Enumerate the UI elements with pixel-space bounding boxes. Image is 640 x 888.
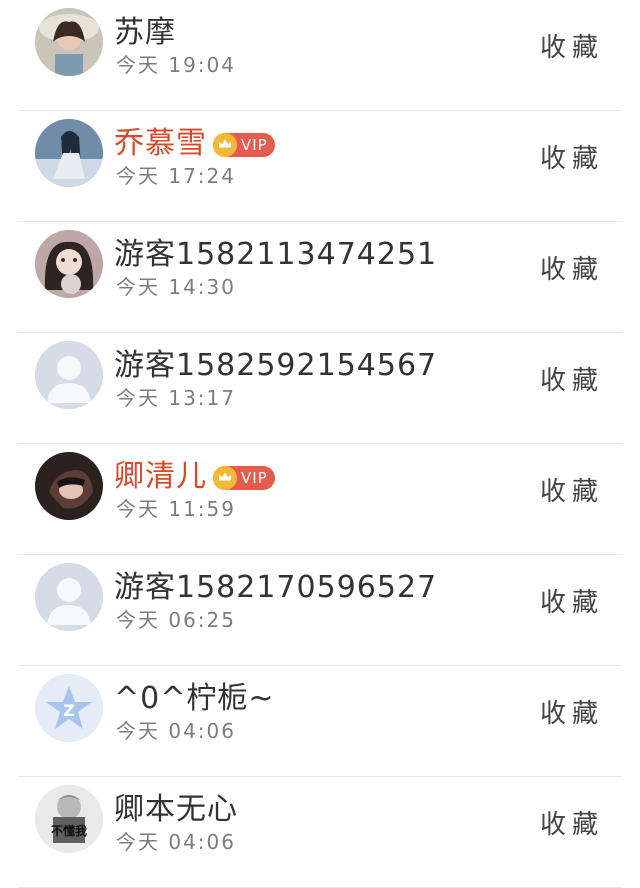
list-item[interactable]: 游客1582170596527 今天 06:25 收藏 <box>18 555 622 666</box>
favorite-button[interactable]: 收藏 <box>540 27 604 64</box>
favorite-button[interactable]: 收藏 <box>540 471 604 508</box>
avatar[interactable]: 不懂我 <box>35 785 103 853</box>
visitor-list: 苏摩 今天 19:04 收藏 乔慕雪 VIP 今天 17:24 收藏 游客158… <box>0 0 640 888</box>
visit-time: 今天 14:30 <box>116 275 236 299</box>
favorite-button[interactable]: 收藏 <box>540 360 604 397</box>
favorite-button[interactable]: 收藏 <box>540 693 604 730</box>
visit-time: 今天 06:25 <box>116 608 236 632</box>
svg-text:Z: Z <box>63 701 75 720</box>
favorite-button[interactable]: 收藏 <box>540 582 604 619</box>
user-name-text: 乔慕雪 <box>114 126 207 161</box>
list-item[interactable]: 苏摩 今天 19:04 收藏 <box>18 0 622 111</box>
user-name: 游客1582592154567 <box>114 348 438 383</box>
favorite-button[interactable]: 收藏 <box>540 804 604 841</box>
avatar[interactable] <box>35 119 103 187</box>
favorite-button[interactable]: 收藏 <box>540 138 604 175</box>
list-item[interactable]: 卿清儿 VIP 今天 11:59 收藏 <box>18 444 622 555</box>
user-name: 卿清儿 VIP <box>114 451 275 495</box>
list-item[interactable]: 不懂我 卿本无心 今天 04:06 收藏 <box>18 777 622 888</box>
vip-badge: VIP <box>213 132 275 157</box>
vip-label: VIP <box>241 468 268 487</box>
avatar[interactable] <box>35 8 103 76</box>
qq-star-avatar-icon[interactable]: Z <box>35 674 103 742</box>
visit-time: 今天 04:06 <box>116 830 236 854</box>
list-item[interactable]: 乔慕雪 VIP 今天 17:24 收藏 <box>18 111 622 222</box>
user-name: ^0^柠栀~ <box>114 681 275 716</box>
vip-badge: VIP <box>213 465 275 490</box>
visit-time: 今天 04:06 <box>116 719 236 743</box>
crown-icon <box>213 132 237 157</box>
visit-time: 今天 13:17 <box>116 386 236 410</box>
list-item[interactable]: 游客1582592154567 今天 13:17 收藏 <box>18 333 622 444</box>
user-name: 游客1582170596527 <box>114 570 438 605</box>
user-name: 苏摩 <box>114 15 176 50</box>
avatar[interactable] <box>35 452 103 520</box>
user-name: 游客1582113474251 <box>114 237 438 272</box>
default-user-avatar-icon[interactable] <box>35 563 103 631</box>
visit-time: 今天 19:04 <box>116 53 236 77</box>
avatar-text: 不懂我 <box>51 823 87 838</box>
avatar[interactable] <box>35 230 103 298</box>
visit-time: 今天 17:24 <box>116 164 236 188</box>
visit-time: 今天 11:59 <box>116 497 236 521</box>
user-name: 乔慕雪 VIP <box>114 118 275 162</box>
user-name: 卿本无心 <box>114 792 238 827</box>
list-item[interactable]: Z ^0^柠栀~ 今天 04:06 收藏 <box>18 666 622 777</box>
default-user-avatar-icon[interactable] <box>35 341 103 409</box>
vip-label: VIP <box>241 135 268 154</box>
list-item[interactable]: 游客1582113474251 今天 14:30 收藏 <box>18 222 622 333</box>
favorite-button[interactable]: 收藏 <box>540 249 604 286</box>
crown-icon <box>213 465 237 490</box>
user-name-text: 卿清儿 <box>114 459 207 494</box>
